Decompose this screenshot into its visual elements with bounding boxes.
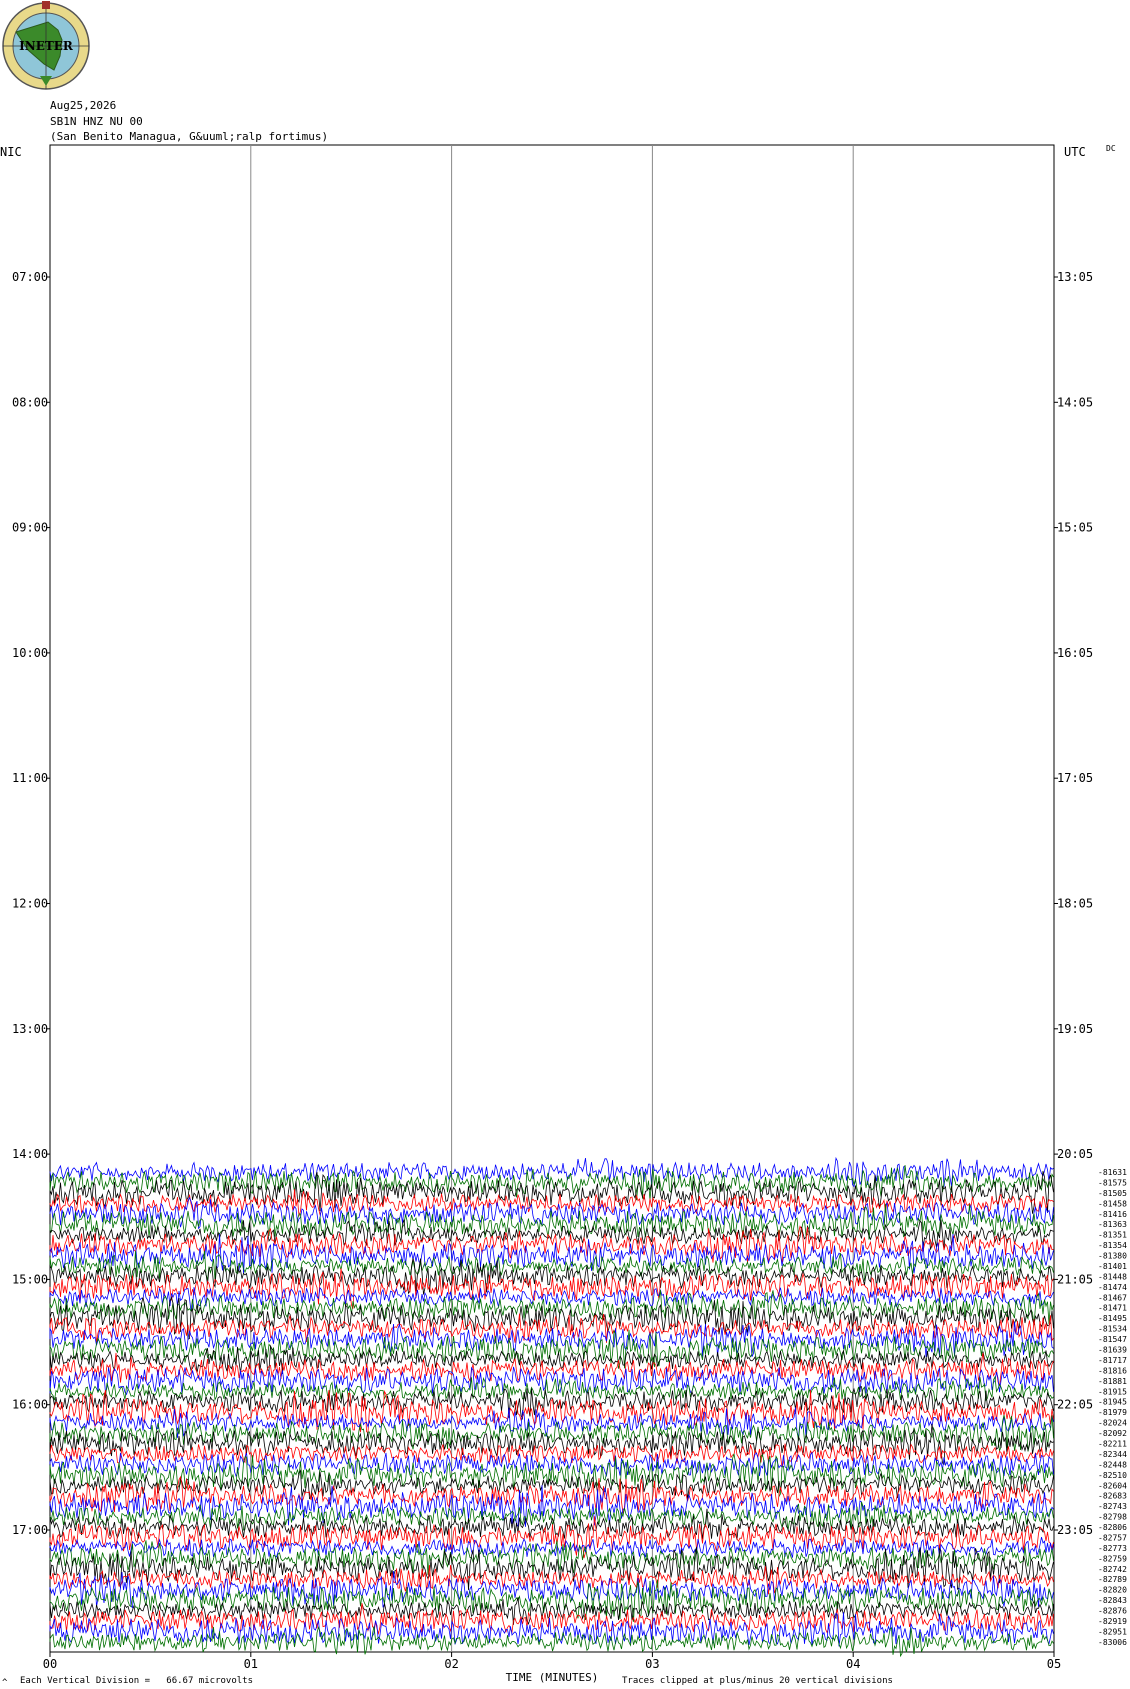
trace-offset-label: -82604 <box>1098 1481 1127 1490</box>
trace-offset-label: -82448 <box>1098 1460 1127 1469</box>
trace-offset-label: -81354 <box>1098 1241 1127 1250</box>
trace-offset-label: -81816 <box>1098 1366 1127 1375</box>
trace-offset-label: -81547 <box>1098 1335 1127 1344</box>
trace-offset-label: -81881 <box>1098 1377 1127 1386</box>
trace-offset-label: -82759 <box>1098 1554 1127 1563</box>
trace-offset-label: -82820 <box>1098 1586 1127 1595</box>
ineter-logo: INETER <box>2 1 90 90</box>
trace-offset-label: -81448 <box>1098 1272 1127 1281</box>
trace-offset-label: -82683 <box>1098 1492 1127 1501</box>
left-hour-label: 12:00 <box>12 897 48 911</box>
trace-offset-label: -81575 <box>1098 1178 1127 1187</box>
right-hour-label: 16:05 <box>1057 646 1093 660</box>
left-hour-label: 11:00 <box>12 771 48 785</box>
x-tick-label: 00 <box>43 1657 57 1671</box>
trace-offset-label: -82773 <box>1098 1544 1127 1553</box>
station-label: SB1N HNZ NU 00 <box>50 115 143 128</box>
trace-offset-label: -81380 <box>1098 1252 1127 1261</box>
x-tick-label: 03 <box>645 1657 659 1671</box>
trace-offset-label: -82344 <box>1098 1450 1127 1459</box>
seismic-trace <box>49 1366 1054 1396</box>
trace-offset-label: -81401 <box>1098 1262 1127 1271</box>
trace-offset-label: -81979 <box>1098 1408 1127 1417</box>
seismic-trace <box>49 1352 1054 1387</box>
trace-offset-label: -81717 <box>1098 1356 1127 1365</box>
x-tick-label: 02 <box>444 1657 458 1671</box>
trace-offset-label: -81471 <box>1098 1304 1127 1313</box>
x-tick-label: 01 <box>244 1657 258 1671</box>
trace-offset-label: -82951 <box>1098 1627 1127 1636</box>
date-label: Aug25,2026 <box>50 99 117 112</box>
trace-offset-label: -81534 <box>1098 1325 1127 1334</box>
seismic-trace <box>49 1603 1054 1636</box>
helicorder-plot: 00 01 02 03 04 05 TIME (MINUTES) 07:00 08:00 09:0… <box>12 144 1127 1684</box>
trace-offset-label: -81915 <box>1098 1387 1127 1396</box>
right-hour-label: 18:05 <box>1057 897 1093 911</box>
right-hour-label: 20:05 <box>1057 1147 1093 1161</box>
right-hour-label: 14:05 <box>1057 395 1093 409</box>
right-hour-label: 17:05 <box>1057 771 1093 785</box>
right-hour-label: 15:05 <box>1057 521 1093 535</box>
left-hour-label: 14:00 <box>12 1147 48 1161</box>
left-hour-label: 09:00 <box>12 521 48 535</box>
left-hour-label: 13:00 <box>12 1022 48 1036</box>
trace-offset-label: -81495 <box>1098 1314 1127 1323</box>
x-tick-label: 05 <box>1047 1657 1061 1671</box>
right-timezone-label: UTC <box>1064 145 1086 159</box>
trace-offset-label: -82510 <box>1098 1471 1127 1480</box>
trace-offset-label: -81631 <box>1098 1168 1127 1177</box>
trace-offset-label: -82789 <box>1098 1575 1127 1584</box>
trace-offset-label: -82843 <box>1098 1596 1127 1605</box>
trace-offset-label: -82876 <box>1098 1607 1127 1616</box>
trace-offset-label: -81363 <box>1098 1220 1127 1229</box>
trace-offset-label: -82742 <box>1098 1565 1127 1574</box>
x-tick-label: 04 <box>846 1657 860 1671</box>
left-hour-label: 10:00 <box>12 646 48 660</box>
trace-offset-label: -82211 <box>1098 1439 1127 1448</box>
trace-offset-label: -82757 <box>1098 1533 1127 1542</box>
left-hour-label: 16:00 <box>12 1398 48 1412</box>
trace-offset-label: -81474 <box>1098 1283 1127 1292</box>
seismic-trace <box>49 1156 1054 1188</box>
left-hour-label: 17:00 <box>12 1523 48 1537</box>
x-axis-label: TIME (MINUTES) <box>506 1671 599 1684</box>
clip-note: Traces clipped at plus/minus 20 vertical… <box>622 1676 893 1686</box>
left-hour-label: 07:00 <box>12 270 48 284</box>
trace-offset-label: -82743 <box>1098 1502 1127 1511</box>
trace-offset-label: -81458 <box>1098 1199 1127 1208</box>
trace-offset-label: -82024 <box>1098 1419 1127 1428</box>
right-hour-label: 22:05 <box>1057 1398 1093 1412</box>
trace-offset-label: -83006 <box>1098 1638 1127 1647</box>
dc-label: DC <box>1106 144 1116 153</box>
footer-mark: ^ <box>2 1678 8 1688</box>
right-hour-label: 23:05 <box>1057 1523 1093 1537</box>
vertical-division-note: Each Vertical Division = 66.67 microvolt… <box>20 1676 253 1686</box>
trace-offset-label: -82798 <box>1098 1513 1127 1522</box>
trace-offset-label: -81416 <box>1098 1210 1127 1219</box>
trace-offset-label: -82092 <box>1098 1429 1127 1438</box>
trace-offset-label: -81351 <box>1098 1231 1127 1240</box>
right-hour-label: 21:05 <box>1057 1272 1093 1286</box>
logo-text: INETER <box>19 39 74 53</box>
left-hour-label: 08:00 <box>12 395 48 409</box>
trace-offset-label: -81639 <box>1098 1346 1127 1355</box>
seismic-trace <box>49 1564 1054 1595</box>
trace-offset-label: -81945 <box>1098 1398 1127 1407</box>
seismic-trace <box>49 1344 1054 1375</box>
right-hour-label: 13:05 <box>1057 270 1093 284</box>
trace-offset-label: -81467 <box>1098 1293 1127 1302</box>
trace-offset-label: -82919 <box>1098 1617 1127 1626</box>
plot-frame <box>49 144 1055 1653</box>
right-hour-label: 19:05 <box>1057 1022 1093 1036</box>
left-hour-label: 15:00 <box>12 1272 48 1286</box>
left-timezone-label: NIC <box>0 145 22 159</box>
trace-offset-label: -81505 <box>1098 1189 1127 1198</box>
location-label: (San Benito Managua, G&uuml;ralp fortimu… <box>50 130 329 143</box>
trace-offset-label: -82806 <box>1098 1523 1127 1532</box>
seismic-trace <box>49 1579 1054 1622</box>
